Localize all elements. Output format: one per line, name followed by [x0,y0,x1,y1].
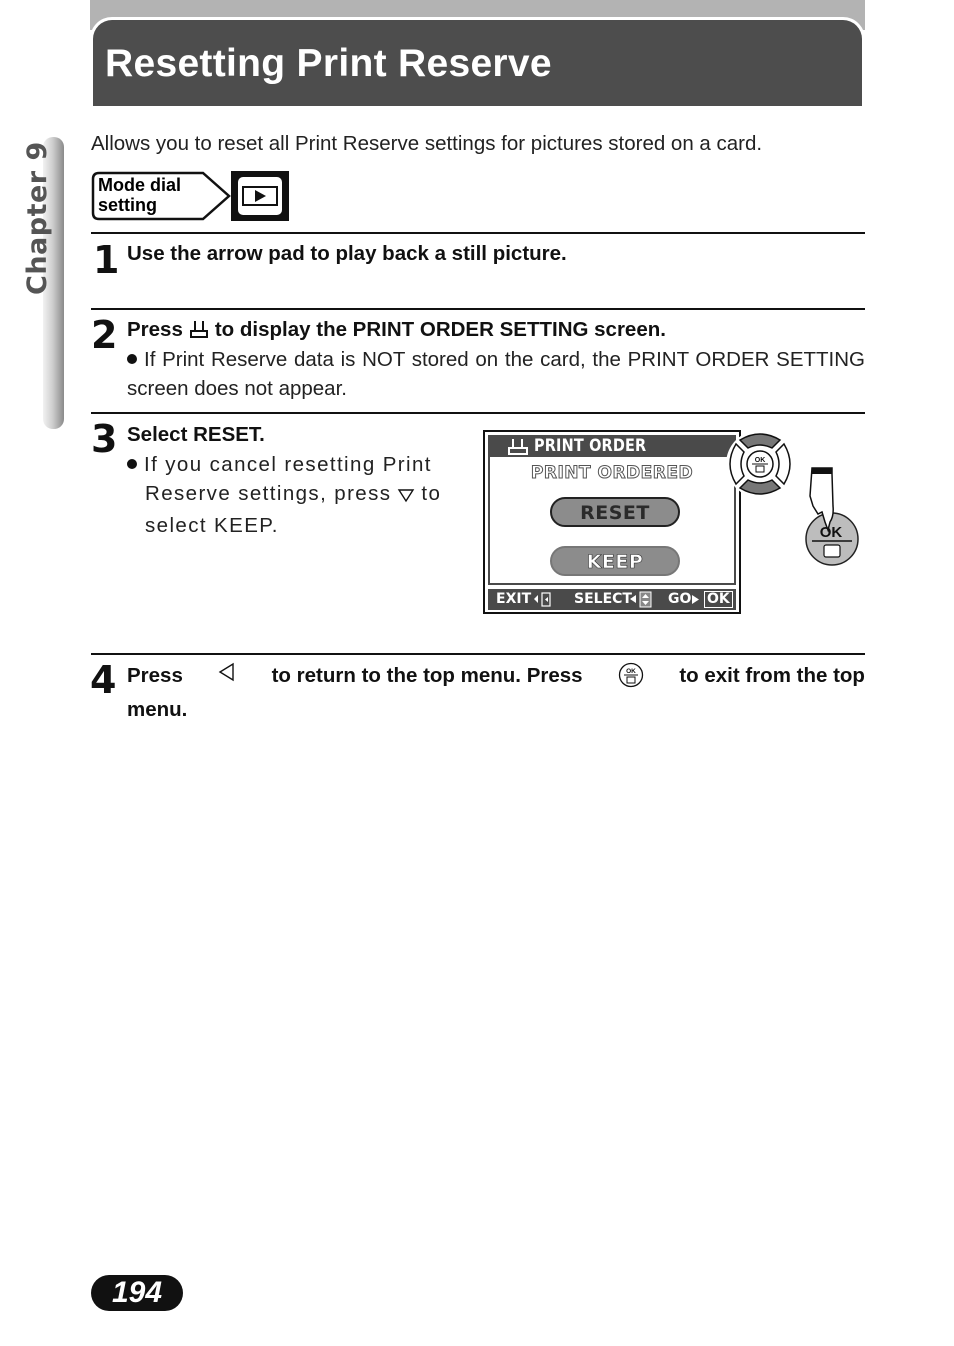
step-4-text: Press to return to the top menu. Press O… [127,662,865,721]
lcd-footer: EXIT SELECT GO OK [488,589,736,610]
keep-option[interactable]: KEEP [550,546,680,576]
lcd-header: PRINT ORDER SETTING [488,435,736,478]
mode-dial-setting: Mode dial setting [91,171,291,221]
step-number: 3 [91,417,117,461]
svg-text:OK: OK [626,668,636,675]
step-2-note: If Print Reserve data is NOT stored on t… [127,348,865,400]
divider [91,232,865,234]
ok-menu-button-icon: OK [618,662,644,696]
title-bar: Resetting Print Reserve [90,17,865,106]
print-icon [508,439,528,455]
up-down-key-icon [628,589,654,617]
divider [91,308,865,310]
arrow-pad-icon: OK [726,430,794,498]
ok-label: OK [820,524,843,541]
step-1-heading: Use the arrow pad to play back a still p… [127,242,567,265]
intro-text: Allows you to reset all Print Reserve se… [91,132,763,155]
divider [91,653,865,655]
divider [91,412,865,414]
reset-option[interactable]: RESET [550,497,680,527]
right-arrow-icon [691,589,701,617]
bullet-icon [127,459,137,469]
bullet-icon [127,354,137,364]
step-number: 2 [91,313,117,357]
step-3-note: If you cancel resetting Print Reserve se… [127,450,460,540]
left-arrow-key-icon [532,589,554,617]
step-number: 1 [93,238,119,282]
mode-dial-label: Mode dial setting [98,175,182,215]
down-triangle-icon [397,482,415,511]
page-title: Resetting Print Reserve [105,42,552,85]
step-2-heading: Press to display the PRINT ORDER SETTING … [127,318,666,345]
ok-small-label: OK [755,457,766,464]
print-order-setting-screen: PRINT ORDER SETTING PRINT ORDERED RESET … [483,430,741,614]
page-number: 194 [91,1275,183,1311]
playback-icon [238,177,282,215]
chapter-label: Chapter 9 [22,141,53,295]
print-icon [189,319,209,345]
step-number: 4 [90,658,116,702]
playback-mode-box [231,171,289,221]
left-triangle-icon [218,662,236,696]
step-3-heading: Select RESET. [127,423,265,446]
hand-pressing-ok-icon: OK [805,467,859,566]
lcd-subtitle: PRINT ORDERED [530,463,694,484]
lcd-body: PRINT ORDERED RESET KEEP [488,457,736,585]
